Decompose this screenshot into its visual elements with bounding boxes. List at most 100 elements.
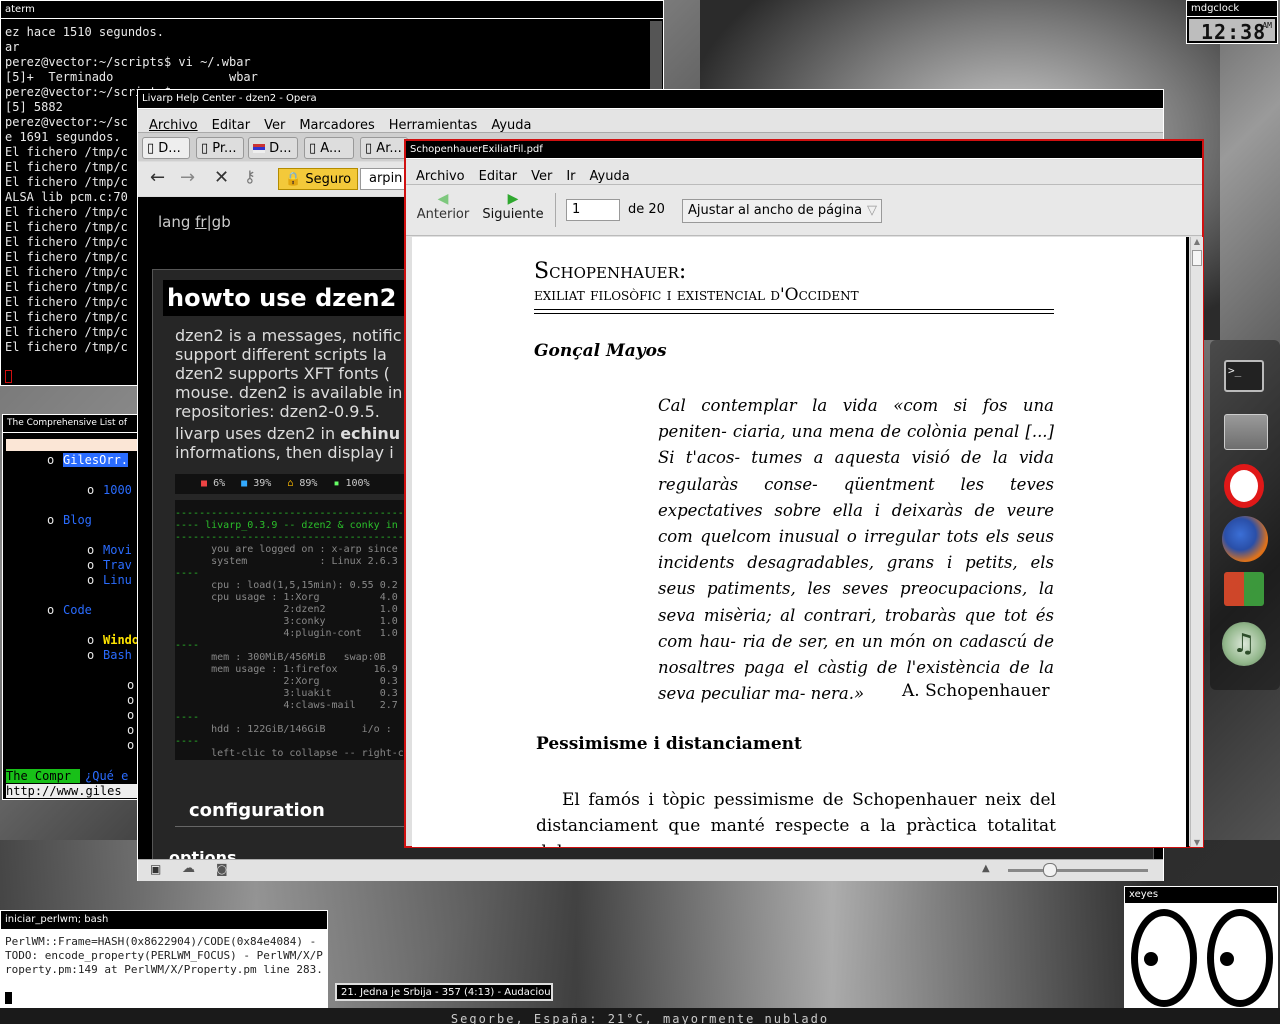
lynx-link[interactable]: Trav [103, 558, 132, 572]
lynx-content[interactable]: o GilesOrr. o 1000 o Blog o Movi o Trav … [3, 453, 139, 773]
aterm-titlebar[interactable]: aterm [1, 1, 663, 19]
xeyes-titlebar[interactable]: xeyes [1125, 887, 1277, 904]
terminal-line: ar [5, 40, 20, 54]
pdf-menu-archivo[interactable]: Archivo [416, 169, 465, 184]
bash-cursor [5, 992, 12, 1004]
aterm-cursor [5, 370, 12, 383]
music-icon[interactable]: ♫ [1222, 622, 1266, 666]
weather-bar: Segorbe, España: 21°C, mayormente nublad… [0, 1008, 1280, 1024]
lynx-link[interactable]: Code [63, 603, 92, 617]
tab[interactable]: ▯ A... [304, 137, 354, 159]
tab[interactable]: ▯ D... [142, 137, 190, 159]
dock: >_ ♫ [1210, 340, 1280, 690]
clock-title: mdgclock [1191, 3, 1240, 14]
doc-section-heading: Pessimisme i distanciament [536, 734, 802, 754]
pdf-scrollbar[interactable]: ▲ ▼ [1190, 237, 1203, 847]
clock-titlebar[interactable]: mdgclock [1187, 1, 1277, 17]
tab[interactable]: ▯ Pr... [196, 137, 244, 159]
clock-ampm: AM [1262, 21, 1272, 30]
pdf-menu-ayuda[interactable]: Ayuda [590, 169, 630, 184]
folder-icon[interactable] [1224, 414, 1268, 450]
zoom-slider-handle[interactable] [1043, 863, 1057, 877]
terminal-line: [5]+ Terminado wbar [5, 70, 258, 84]
terminal-line: ez hace 1510 segundos. [5, 25, 164, 39]
pdf-title: SchopenhauerExiliatFil.pdf [410, 144, 543, 155]
lynx-link[interactable]: 1000 [103, 483, 132, 497]
prev-button[interactable]: ◀ Anterior [412, 191, 474, 231]
zoom-select[interactable]: Ajustar al ancho de página ▽ [682, 199, 882, 223]
terminal-icon[interactable]: >_ [1224, 360, 1264, 392]
aterm-title: aterm [5, 4, 35, 15]
pdf-menu-ver[interactable]: Ver [531, 169, 552, 184]
windows-icon[interactable] [1224, 572, 1264, 606]
lynx-link[interactable]: GilesOrr. [63, 453, 129, 467]
menu-marcadores[interactable]: Marcadores [299, 118, 374, 133]
lynx-link[interactable]: Movi [103, 543, 132, 557]
lynx-title: The Comprehensive List of [7, 418, 128, 428]
arrow-right-icon: ▶ [507, 191, 519, 207]
back-icon[interactable]: ← [150, 167, 165, 188]
menu-editar[interactable]: Editar [212, 118, 251, 133]
tab[interactable]: ▯ Ar... [360, 137, 408, 159]
menu-archivo[interactable]: Archivo [149, 118, 198, 133]
firefox-icon[interactable] [1222, 516, 1268, 562]
zoom-up-icon[interactable]: ▲ [982, 863, 990, 874]
menu-ayuda[interactable]: Ayuda [491, 118, 531, 133]
cloud-icon[interactable]: ☁ [182, 861, 195, 876]
forward-icon[interactable]: → [180, 167, 195, 188]
arrow-left-icon: ◀ [437, 191, 449, 207]
pdf-menu-editar[interactable]: Editar [479, 169, 518, 184]
pdf-window[interactable]: SchopenhauerExiliatFil.pdf Archivo Editar… [404, 139, 1204, 848]
menu-ver[interactable]: Ver [264, 118, 285, 133]
speed-dial-icon[interactable]: ◙ [216, 862, 228, 876]
doc-body-text: El famós i tòpic pessimisme de Schopenha… [536, 790, 1056, 847]
lang-gb-link[interactable]: gb [212, 213, 231, 231]
doc-title-rule [534, 309, 1054, 314]
bash-titlebar[interactable]: iniciar_perlwm; bash [1, 911, 327, 930]
xeyes-window[interactable]: xeyes [1124, 886, 1278, 1010]
lynx-window[interactable]: The Comprehensive List of o GilesOrr. o … [2, 414, 140, 800]
pdf-titlebar[interactable]: SchopenhauerExiliatFil.pdf [406, 141, 1202, 159]
clock-window: mdgclock 12:38 AM [1186, 0, 1278, 44]
lynx-titlebar[interactable]: The Comprehensive List of [3, 415, 139, 433]
lynx-status-right[interactable]: ¿Qué e [85, 769, 128, 783]
lynx-link[interactable]: Linu [103, 573, 132, 587]
page-number-input[interactable]: 1 [566, 199, 620, 221]
panel-icon[interactable]: ▣ [150, 862, 161, 876]
secure-badge[interactable]: 🔒 Seguro [278, 168, 358, 190]
lynx-link[interactable]: Bash [103, 648, 132, 662]
menu-herramientas[interactable]: Herramientas [389, 118, 478, 133]
lang-switcher: lang fr|gb [158, 213, 231, 231]
tab[interactable]: D... [248, 137, 298, 159]
chevron-down-icon: ▽ [867, 203, 877, 218]
opera-title: Livarp Help Center - dzen2 - Opera [142, 93, 317, 104]
address-field[interactable]: arpin [360, 168, 410, 190]
audacious-label[interactable]: 21. Jedna je Srbija - 357 (4:13) - Audac… [335, 983, 553, 1001]
doc-author: Gonçal Mayos [534, 341, 667, 361]
section-configuration: configuration [189, 800, 325, 821]
pdf-menu-ir[interactable]: Ir [566, 169, 575, 184]
doc-title-1: Schopenhauer: [534, 259, 687, 284]
opera-titlebar[interactable]: Livarp Help Center - dzen2 - Opera [138, 90, 1163, 109]
opera-icon[interactable] [1224, 464, 1264, 508]
scroll-up-icon[interactable]: ▲ [1191, 237, 1203, 246]
zoom-slider[interactable] [1008, 869, 1148, 872]
bash-window[interactable]: iniciar_perlwm; bash PerlWM::Frame=HASH(… [0, 910, 328, 1008]
doc-quote: Cal contemplar la vida «com si fos una p… [658, 396, 1054, 704]
lynx-link[interactable]: Windo [103, 633, 139, 647]
lynx-link[interactable]: Blog [63, 513, 92, 527]
pdf-page-area[interactable]: Schopenhauer: exiliat filosòfic i existe… [412, 237, 1189, 847]
scroll-down-icon[interactable]: ▼ [1191, 838, 1203, 847]
next-button[interactable]: ▶ Siguiente [480, 191, 546, 231]
lynx-url: http://www.giles [6, 784, 139, 798]
lang-fr-link[interactable]: fr [195, 213, 206, 231]
toolbar-separator [555, 193, 556, 227]
bash-output[interactable]: PerlWM::Frame=HASH(0x8622904)/CODE(0x84e… [5, 935, 325, 977]
xeyes-title: xeyes [1129, 889, 1159, 900]
clock-face: 12:38 AM [1189, 19, 1275, 44]
page-heading: howto use dzen2 [167, 284, 397, 312]
weather-text: Segorbe, España: 21°C, mayormente nublad… [450, 1012, 830, 1024]
scroll-thumb[interactable] [1192, 250, 1202, 266]
key-icon[interactable]: ⚷ [244, 167, 256, 186]
stop-icon[interactable]: ✕ [214, 167, 229, 188]
